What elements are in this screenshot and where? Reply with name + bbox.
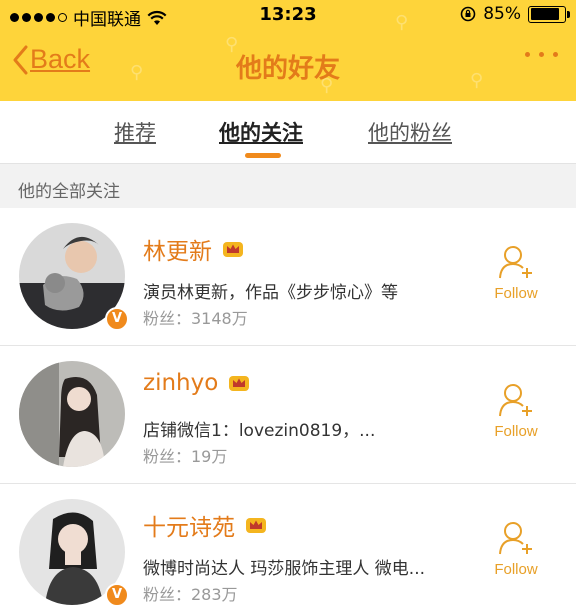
list-item[interactable]: zinhyo 店铺微信1：lovezin0819，... 粉丝：19万 Foll… (0, 346, 576, 484)
tab-bar: 推荐 他的关注 他的粉丝 (0, 101, 576, 163)
fans-count: 粉丝：3148万 (143, 309, 248, 328)
crown-badge-icon (223, 242, 243, 257)
follow-label: Follow (494, 561, 538, 578)
list-item[interactable]: V 十元诗苑 微博时尚达人 玛莎服饰主理人 微电... 粉丝：283万 Foll… (0, 484, 576, 614)
active-tab-indicator (245, 153, 281, 158)
add-user-icon (499, 246, 532, 279)
add-user-icon (499, 522, 532, 555)
section-title: 他的全部关注 (18, 182, 120, 202)
fans-count: 粉丝：283万 (143, 585, 238, 604)
user-description: 店铺微信1：lovezin0819，... (143, 421, 376, 441)
avatar[interactable] (19, 361, 125, 467)
tab-following[interactable]: 他的关注 (219, 117, 303, 147)
user-name[interactable]: 林更新 (143, 232, 212, 266)
crown-badge-icon (246, 518, 266, 533)
section-header: 他的全部关注 (0, 163, 576, 208)
user-description: 演员林更新，作品《步步惊心》等 (143, 283, 398, 303)
nav-bar: Back 他的好友 (0, 30, 576, 101)
user-description: 微博时尚达人 玛莎服饰主理人 微电... (143, 559, 426, 579)
fans-count: 粉丝：19万 (143, 447, 228, 466)
verified-badge-icon: V (105, 307, 129, 331)
rotation-lock-icon (460, 6, 476, 22)
more-dots-icon[interactable] (525, 52, 558, 57)
header: ⚲ ⚲ ⚲ ⚲ ⚲ 中国联通 13:23 85% Back 他的好友 (0, 0, 576, 101)
battery-icon (528, 5, 570, 23)
tab-fans[interactable]: 他的粉丝 (368, 117, 452, 147)
user-name[interactable]: 十元诗苑 (143, 508, 235, 542)
battery-percent: 85% (483, 4, 521, 24)
follow-button[interactable]: Follow (478, 382, 554, 440)
status-bar: 中国联通 13:23 85% (0, 0, 576, 30)
page-title: 他的好友 (235, 54, 340, 84)
battery-group: 85% (460, 4, 570, 24)
battery-fill (530, 8, 559, 20)
follow-label: Follow (494, 423, 538, 440)
follow-label: Follow (494, 285, 538, 302)
verified-badge-icon: V (105, 583, 129, 607)
follow-button[interactable]: Follow (478, 520, 554, 578)
tab-recommend[interactable]: 推荐 (114, 117, 156, 147)
follow-button[interactable]: Follow (478, 244, 554, 302)
list-item[interactable]: V 林更新 演员林更新，作品《步步惊心》等 粉丝：3148万 Follow (0, 208, 576, 346)
user-name[interactable]: zinhyo (143, 370, 218, 396)
add-user-icon (499, 384, 532, 417)
follow-list: V 林更新 演员林更新，作品《步步惊心》等 粉丝：3148万 Follow zi… (0, 208, 576, 614)
crown-badge-icon (229, 376, 250, 391)
